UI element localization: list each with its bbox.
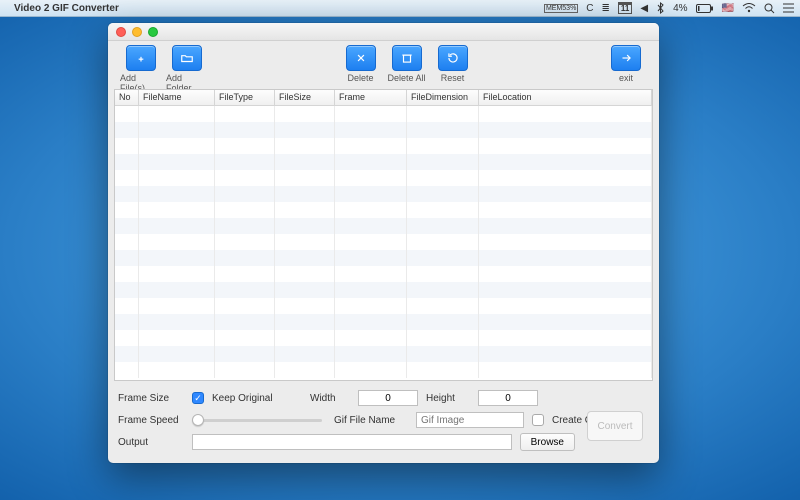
table-row[interactable]: [115, 346, 652, 362]
frame-speed-label: Frame Speed: [118, 415, 184, 426]
file-table: No FileName FileType FileSize Frame File…: [114, 89, 653, 381]
table-row[interactable]: [115, 106, 652, 122]
battery-percent: 4%: [673, 3, 687, 14]
wifi-icon[interactable]: [742, 3, 756, 13]
add-files-button[interactable]: Add File(s): [120, 45, 162, 93]
delete-all-button[interactable]: Delete All: [386, 45, 428, 83]
delete-icon: [346, 45, 376, 71]
add-file-icon: [126, 45, 156, 71]
delete-button[interactable]: Delete: [340, 45, 382, 83]
system-menubar: Video 2 GIF Converter MEM53% C ≣ 11 ◀ 4%…: [0, 0, 800, 17]
table-row[interactable]: [115, 122, 652, 138]
col-no[interactable]: No: [115, 90, 139, 105]
output-label: Output: [118, 437, 184, 448]
col-filesize[interactable]: FileSize: [275, 90, 335, 105]
create-one-gif-checkbox[interactable]: ✓: [532, 414, 544, 426]
reset-button[interactable]: Reset: [432, 45, 474, 83]
table-row[interactable]: [115, 282, 652, 298]
zoom-window-button[interactable]: [148, 27, 158, 37]
exit-button[interactable]: exit: [605, 45, 647, 83]
notification-center-icon[interactable]: [783, 3, 794, 13]
add-folder-icon: [172, 45, 202, 71]
reset-icon: [438, 45, 468, 71]
table-row[interactable]: [115, 266, 652, 282]
add-folder-button[interactable]: Add Folder: [166, 45, 208, 93]
height-label: Height: [426, 393, 470, 404]
delete-all-icon: [392, 45, 422, 71]
height-field[interactable]: [478, 390, 538, 406]
table-body[interactable]: [115, 106, 652, 380]
table-row[interactable]: [115, 202, 652, 218]
minimize-window-button[interactable]: [132, 27, 142, 37]
gif-file-name-field[interactable]: [416, 412, 524, 428]
battery-icon[interactable]: [696, 4, 714, 13]
table-row[interactable]: [115, 234, 652, 250]
table-header[interactable]: No FileName FileType FileSize Frame File…: [115, 90, 652, 106]
table-row[interactable]: [115, 298, 652, 314]
col-filename[interactable]: FileName: [139, 90, 215, 105]
memory-indicator[interactable]: MEM53%: [544, 4, 578, 13]
keep-original-checkbox[interactable]: ✓: [192, 392, 204, 404]
table-row[interactable]: [115, 138, 652, 154]
frame-size-label: Frame Size: [118, 393, 184, 404]
spotlight-icon[interactable]: [764, 3, 775, 14]
width-label: Width: [310, 393, 350, 404]
col-filedimension[interactable]: FileDimension: [407, 90, 479, 105]
table-row[interactable]: [115, 218, 652, 234]
app-menu-title[interactable]: Video 2 GIF Converter: [14, 3, 119, 14]
menu-lines-icon[interactable]: ≣: [602, 3, 610, 14]
browse-button[interactable]: Browse: [520, 433, 575, 451]
width-field[interactable]: [358, 390, 418, 406]
col-filelocation[interactable]: FileLocation: [479, 90, 652, 105]
col-frame[interactable]: Frame: [335, 90, 407, 105]
convert-button[interactable]: Convert: [587, 411, 643, 441]
table-row[interactable]: [115, 154, 652, 170]
flag-icon[interactable]: 🇺🇸: [722, 3, 734, 14]
table-row[interactable]: [115, 186, 652, 202]
refresh-icon[interactable]: C: [586, 3, 593, 14]
table-row[interactable]: [115, 330, 652, 346]
frame-speed-slider[interactable]: [192, 413, 322, 427]
table-row[interactable]: [115, 170, 652, 186]
gif-file-name-label: Gif File Name: [330, 415, 408, 426]
table-row[interactable]: [115, 362, 652, 378]
toolbar: Add File(s) Add Folder Delete Delete All…: [108, 41, 659, 89]
table-row[interactable]: [115, 314, 652, 330]
keep-original-label: Keep Original: [212, 393, 302, 404]
table-row[interactable]: [115, 250, 652, 266]
app-window: Add File(s) Add Folder Delete Delete All…: [108, 23, 659, 463]
output-field[interactable]: [192, 434, 512, 450]
settings-panel: Frame Size ✓ Keep Original Width Height …: [108, 381, 659, 463]
window-titlebar[interactable]: [108, 23, 659, 41]
exit-icon: [611, 45, 641, 71]
close-window-button[interactable]: [116, 27, 126, 37]
bluetooth-icon[interactable]: [656, 2, 665, 14]
calendar-icon[interactable]: 11: [618, 2, 632, 14]
col-filetype[interactable]: FileType: [215, 90, 275, 105]
volume-icon[interactable]: ◀: [640, 3, 648, 14]
